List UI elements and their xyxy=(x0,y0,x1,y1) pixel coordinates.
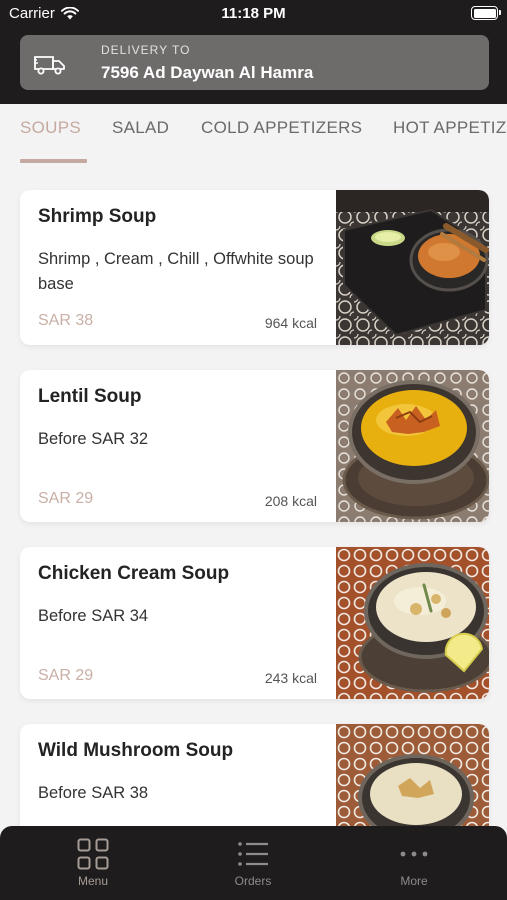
chicken-cream-soup-photo xyxy=(336,547,489,699)
item-description: Shrimp , Cream , Chill , Offwhite soup b… xyxy=(38,250,314,293)
tab-soups[interactable]: SOUPS xyxy=(20,118,81,138)
item-calories: 964 kcal xyxy=(264,315,317,331)
item-calories: 208 kcal xyxy=(264,493,317,509)
menu-item-card[interactable]: Shrimp Soup Shrimp , Cream , Chill , Off… xyxy=(20,190,489,345)
shrimp-soup-photo xyxy=(336,190,489,345)
wild-mushroom-soup-photo xyxy=(336,724,489,826)
lentil-soup-photo xyxy=(336,370,489,522)
nav-orders-label: Orders xyxy=(234,874,272,888)
status-bar: Carrier 11:18 PM xyxy=(0,0,507,28)
menu-item-list[interactable]: Shrimp Soup Shrimp , Cream , Chill , Off… xyxy=(0,166,507,826)
item-description: Before SAR 32 xyxy=(38,430,149,448)
item-name: Wild Mushroom Soup xyxy=(38,740,234,761)
menu-item-card[interactable]: Chicken Cream Soup Before SAR 34 SAR 29 … xyxy=(20,547,489,699)
more-dots-icon xyxy=(400,851,428,857)
list-icon xyxy=(238,842,268,866)
item-price: SAR 29 xyxy=(38,667,94,684)
nav-more-label: More xyxy=(400,874,428,888)
nav-more[interactable]: More xyxy=(364,838,464,888)
item-price: SAR 29 xyxy=(38,490,94,507)
nav-menu[interactable]: Menu xyxy=(43,838,143,888)
item-description: Before SAR 34 xyxy=(38,607,149,625)
item-name: Chicken Cream Soup xyxy=(38,563,230,584)
item-description: Before SAR 38 xyxy=(38,784,149,802)
tab-hot-appetizers[interactable]: HOT APPETIZERS xyxy=(393,118,507,138)
delivery-address-bar[interactable]: DELIVERY TO 7596 Ad Daywan Al Hamra xyxy=(20,35,489,90)
tab-cold-appetizers[interactable]: COLD APPETIZERS xyxy=(201,118,362,138)
delivery-label: DELIVERY TO xyxy=(101,43,191,57)
nav-orders[interactable]: Orders xyxy=(203,838,303,888)
item-price: SAR 38 xyxy=(38,312,94,329)
nav-menu-label: Menu xyxy=(77,874,109,888)
active-tab-indicator xyxy=(20,159,87,163)
delivery-address: 7596 Ad Daywan Al Hamra xyxy=(101,63,314,82)
menu-item-card[interactable]: Lentil Soup Before SAR 32 SAR 29 208 kca… xyxy=(20,370,489,522)
battery-icon xyxy=(471,6,501,20)
bottom-navigation: Menu Orders More xyxy=(0,826,507,900)
grid-icon xyxy=(77,838,109,870)
delivery-truck-icon xyxy=(34,56,65,75)
top-header: Carrier 11:18 PM DELIVERY TO 7596 Ad Day… xyxy=(0,0,507,104)
item-calories: 243 kcal xyxy=(264,670,317,686)
item-name: Shrimp Soup xyxy=(38,206,157,227)
category-tabs: SOUPS SALAD COLD APPETIZERS HOT APPETIZE… xyxy=(0,104,507,166)
tab-salad[interactable]: SALAD xyxy=(112,118,169,138)
menu-item-card[interactable]: Wild Mushroom Soup Before SAR 38 xyxy=(20,724,489,826)
item-name: Lentil Soup xyxy=(38,386,142,407)
status-time: 11:18 PM xyxy=(221,5,286,22)
